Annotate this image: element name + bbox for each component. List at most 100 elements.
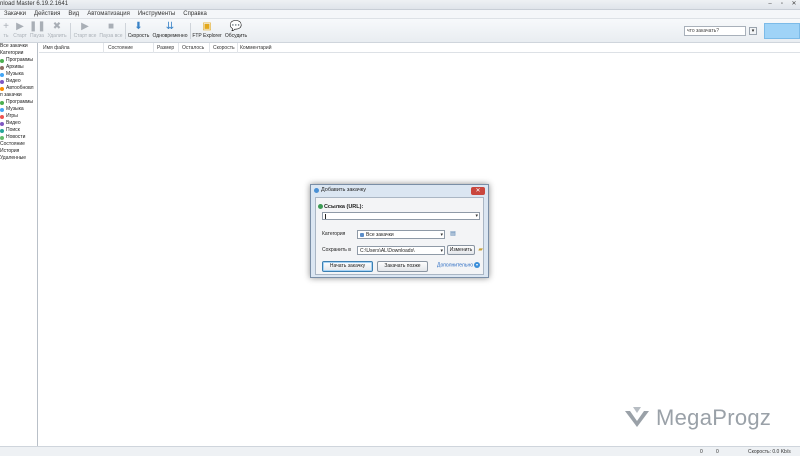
maximize-icon[interactable]: ▫ [776,0,788,9]
window-title: nload Master 6.19.2.1641 [0,1,69,7]
start-button[interactable]: ▶ Старт [12,21,28,42]
save-path-value: C:\Users\AL\Downloads\ [360,248,415,254]
download-later-button[interactable]: Закачать позже [377,261,428,272]
more-options-link[interactable]: Дополнительно ▾ [437,262,480,268]
toolbar-separator [125,23,126,39]
menu-bar: Закачки Действия Вид Автоматизация Инстр… [0,10,800,19]
column-size[interactable]: Размер [157,45,174,51]
column-divider[interactable] [103,43,104,53]
column-filename[interactable]: Имя файла [43,45,70,51]
menu-help[interactable]: Справка [179,10,211,18]
status-speed: Скорость: 0.0 Kb/s [748,449,791,455]
ftp-explorer-button[interactable]: ▣ FTP Explorer [192,21,222,42]
discuss-button[interactable]: 💬 Обсудить [223,21,249,42]
watermark-text: MegaProgz [656,405,772,430]
sidebar-item-all-downloads[interactable]: Все закачки [0,43,37,50]
category-label: Категория [322,231,346,237]
speed-button[interactable]: ⬇ Скорость [127,21,150,42]
simultaneous-label: Одновременно [152,33,188,39]
sidebar-item-label: Музыка [6,106,24,112]
sidebar-item-programs[interactable]: Программы [0,57,37,64]
sidebar-item-deleted[interactable]: Удаленные [0,155,37,162]
column-remaining[interactable]: Осталось [182,45,204,51]
menu-view[interactable]: Вид [64,10,83,18]
search-input[interactable]: что закачать? [684,26,746,36]
discuss-label: Обсудить [224,33,248,39]
close-icon[interactable]: ✕ [471,187,485,195]
banner-area[interactable] [764,23,800,39]
menu-actions[interactable]: Действия [30,10,64,18]
search-dropdown-icon[interactable]: ▾ [749,27,757,35]
pause-button[interactable]: ❚❚ Пауза [29,21,46,42]
sidebar-item-video[interactable]: Видео [0,78,37,85]
dialog-app-icon [314,188,319,193]
column-divider[interactable] [237,43,238,53]
window-controls: – ▫ ✕ [764,0,800,10]
simultaneous-button[interactable]: ⇊ Одновременно [152,21,188,42]
delete-button[interactable]: ✖ Удалить [46,21,68,42]
menu-downloads[interactable]: Закачки [0,10,30,18]
more-options-label: Дополнительно [437,262,473,269]
edit-category-icon[interactable]: ▤ [449,230,457,238]
menu-automation[interactable]: Автоматизация [83,10,134,18]
sidebar-item-autoupdate[interactable]: Автообновл [0,85,37,92]
category-select[interactable]: Все закачки ▾ [357,230,445,239]
delete-label: Удалить [47,33,67,39]
sidebar-item-history[interactable]: История [0,148,37,155]
column-status[interactable]: Состояние [108,45,133,51]
sidebar-item-categories[interactable]: Категории [0,50,37,57]
column-comment[interactable]: Комментарий [240,45,272,51]
simultaneous-icon: ⇊ [165,21,175,32]
start-all-button[interactable]: ▶ Старт все [72,21,98,42]
play-icon: ▶ [16,21,24,32]
sidebar-item-programs-2[interactable]: Программы [0,99,37,106]
games-icon [0,114,4,119]
sidebar-item-label: Программы [6,57,34,63]
chevron-down-icon[interactable]: ▾ [475,213,478,220]
toolbar-separator [190,23,191,39]
column-divider[interactable] [153,43,154,53]
sidebar-item-label: Поиск [6,127,20,133]
dialog-body: Ссылка (URL): ▾ Категория Все закачки ▾ … [315,197,484,275]
sidebar-item-label: Состояние [0,141,25,147]
minimize-icon[interactable]: – [764,0,776,9]
column-divider[interactable] [209,43,210,53]
programs-icon [0,58,4,63]
news-icon [0,135,4,140]
pause-all-button[interactable]: ■ Пауза все [98,21,124,42]
sidebar-item-label: Видео [6,78,21,84]
save-path-input[interactable]: C:\Users\AL\Downloads\ ▾ [357,246,445,255]
sidebar-item-video-2[interactable]: Видео [0,120,37,127]
title-bar: nload Master 6.19.2.1641 – ▫ ✕ [0,0,800,10]
url-input[interactable]: ▾ [322,212,480,220]
sidebar-item-label: Видео [6,120,21,126]
close-icon[interactable]: ✕ [788,0,800,9]
ftp-explorer-icon: ▣ [202,21,212,32]
sidebar-item-group-downloads[interactable]: п закачки [0,92,37,99]
dialog-title-bar[interactable]: Добавить закачку ✕ [311,185,488,197]
speed-label: Скорость [127,33,150,39]
sidebar-item-search[interactable]: Поиск [0,127,37,134]
watermark: MegaProgz [622,402,771,434]
start-download-button[interactable]: Начать закачку [322,261,373,272]
sidebar-item-label: Новости [6,134,26,140]
folder-icon[interactable]: ▰ [477,246,484,254]
add-button[interactable]: + ть [0,21,12,42]
chevron-down-icon[interactable]: ▾ [440,231,443,239]
change-path-button[interactable]: Изменить [447,245,475,255]
sidebar-item-music-2[interactable]: Музыка [0,106,37,113]
sidebar-item-music[interactable]: Музыка [0,71,37,78]
sidebar-item-status[interactable]: Состояние [0,141,37,148]
sidebar-item-games[interactable]: Игры [0,113,37,120]
column-divider[interactable] [178,43,179,53]
search-icon [0,128,4,133]
sidebar-item-label: Программы [6,99,34,105]
megaprogz-logo-icon [625,407,649,427]
add-download-dialog: Добавить закачку ✕ Ссылка (URL): ▾ Катег… [310,184,489,278]
sidebar-item-archives[interactable]: Архивы [0,64,37,71]
sidebar-item-label: п закачки [0,92,22,98]
column-speed[interactable]: Скорость [213,45,235,51]
menu-tools[interactable]: Инструменты [134,10,179,18]
chevron-down-icon[interactable]: ▾ [440,247,443,254]
sidebar-item-news[interactable]: Новости [0,134,37,141]
